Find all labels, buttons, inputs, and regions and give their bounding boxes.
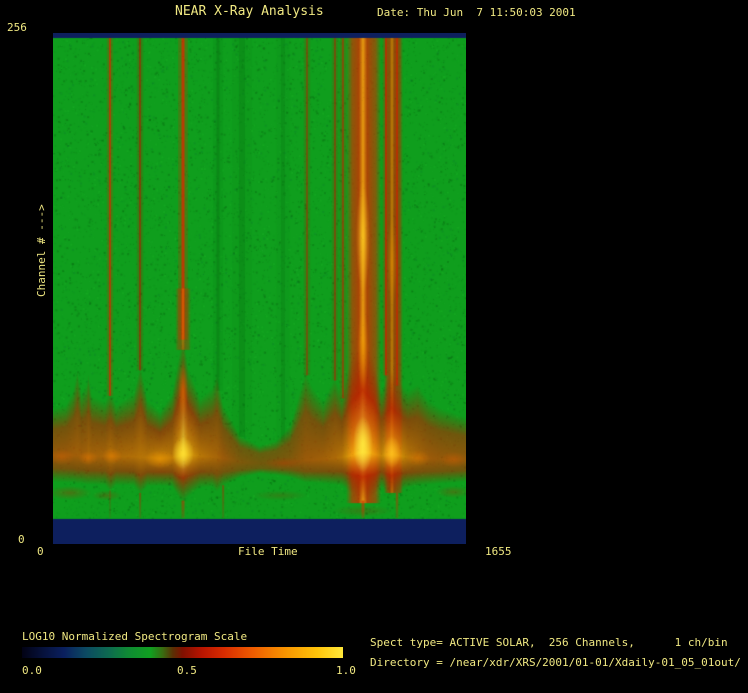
colorbar-tick-high: 1.0 bbox=[336, 664, 356, 677]
window-title: NEAR X-Ray Analysis bbox=[175, 4, 324, 19]
x-axis-min-label: 0 bbox=[37, 545, 44, 558]
y-axis-title: Channel # ---> bbox=[35, 204, 48, 297]
colorbar-gradient bbox=[22, 647, 343, 658]
directory-info: Directory = /near/xdr/XRS/2001/01-01/Xda… bbox=[370, 656, 741, 669]
colorbar-tick-mid: 0.5 bbox=[177, 664, 197, 677]
colorbar-tick-low: 0.0 bbox=[22, 664, 42, 677]
colorbar-label: LOG10 Normalized Spectrogram Scale bbox=[22, 630, 248, 643]
spect-type-info: Spect type= ACTIVE SOLAR, 256 Channels, … bbox=[370, 636, 728, 649]
x-axis-max-label: 1655 bbox=[485, 545, 512, 558]
xray-analysis-window: NEAR X-Ray Analysis Date: Thu Jun 7 11:5… bbox=[0, 0, 748, 693]
spectrogram-canvas bbox=[53, 33, 466, 544]
date-label: Date: Thu Jun 7 11:50:03 2001 bbox=[377, 6, 576, 19]
y-axis-min-label: 0 bbox=[18, 533, 25, 546]
x-axis-title: File Time bbox=[238, 545, 298, 558]
y-axis-max-label: 256 bbox=[7, 21, 27, 34]
